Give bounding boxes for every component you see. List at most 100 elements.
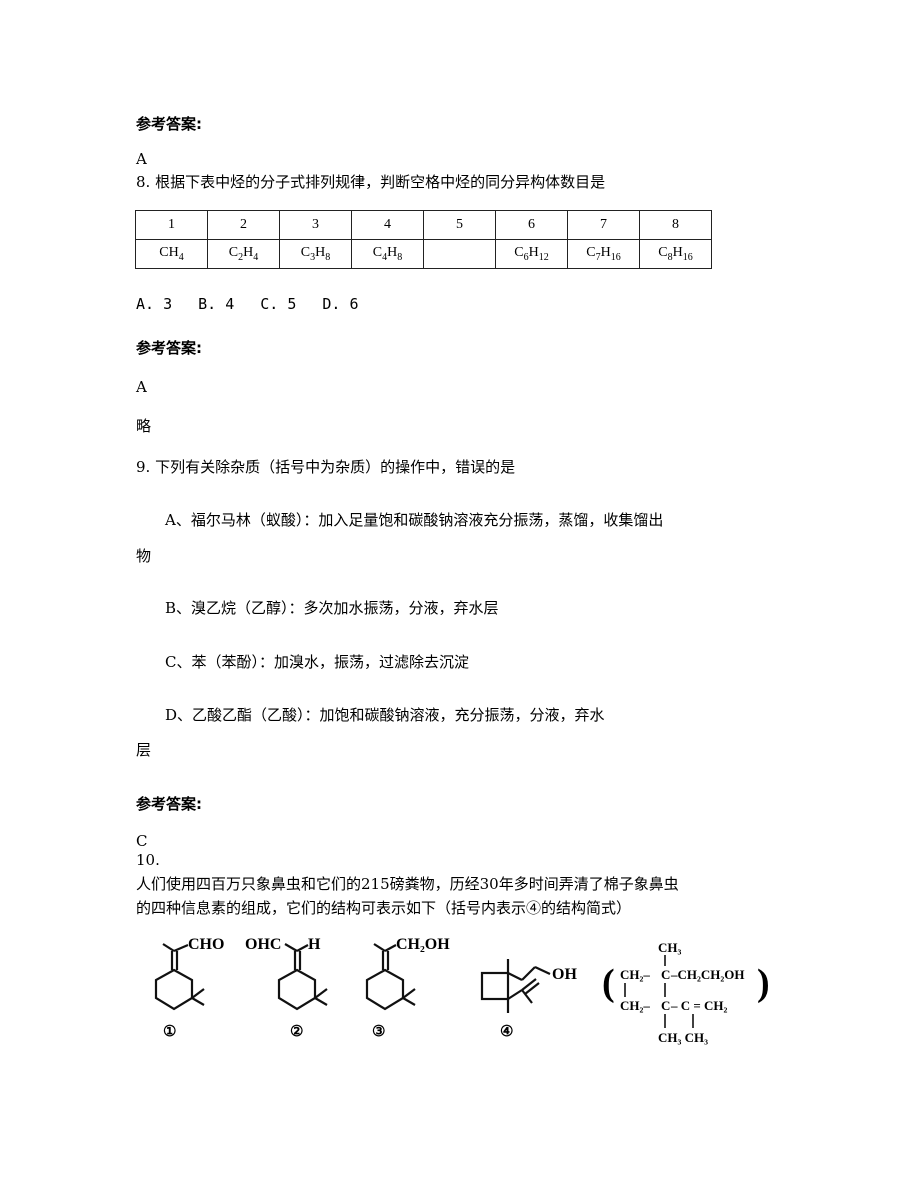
subscript: 16 xyxy=(682,251,693,263)
table-cell: 8 xyxy=(639,210,712,240)
paren-close: ) xyxy=(757,962,770,1004)
table-cell: 7 xyxy=(567,210,640,240)
question-9-option-a: A、福尔马林（蚁酸）：加入足量饱和碳酸钠溶液充分振荡，蒸馏，收集馏出 xyxy=(165,511,664,529)
structure-4-group: OH xyxy=(552,966,577,983)
hydrogen-bond xyxy=(296,944,309,952)
table-row: 1 2 3 4 5 6 7 8 xyxy=(135,210,712,240)
row1-carbon: C xyxy=(661,967,670,982)
paren-open: ( xyxy=(602,962,615,1004)
formula-cell: CH4 xyxy=(135,239,208,269)
methyl-bond xyxy=(314,997,328,1006)
subscript: 4 xyxy=(178,251,184,263)
chain-bond xyxy=(507,972,523,981)
structure-3 xyxy=(365,943,416,1011)
question-9-stem: 9. 下列有关除杂质（括号中为杂质）的操作中，错误的是 xyxy=(136,458,516,476)
formula-cell: C2H4 xyxy=(207,239,280,269)
table-cell: 5 xyxy=(423,210,496,240)
methyl-bond xyxy=(314,988,328,999)
aldehyde-bond xyxy=(173,943,189,953)
answer-heading: 参考答案: xyxy=(136,339,202,357)
element-symbol: H xyxy=(315,245,326,261)
question-9-option-b: B、溴乙烷（乙醇）：多次加水振荡，分液，弃水层 xyxy=(165,599,499,617)
table-row: CH4 C2H4 C3H8 C4H8 C6H12 C7H16 C8H16 xyxy=(135,239,712,269)
element-symbol: C xyxy=(159,245,169,261)
subscript: 8 xyxy=(325,251,331,263)
question-10-number: 10. xyxy=(136,851,160,869)
question-8-options: A. 3 B. 4 C. 5 D. 6 xyxy=(136,295,359,313)
pheromone-structures: CHO ① OHC H ② CH₂OH ③ OH ④ () CH₃ CH₂– … xyxy=(154,936,770,1045)
element-symbol: H xyxy=(528,245,539,261)
element-symbol: C xyxy=(658,245,668,261)
answer-heading: 参考答案: xyxy=(136,795,202,813)
cyclohexane-ring xyxy=(277,968,317,1011)
option-c: C. 5 xyxy=(260,295,297,313)
element-symbol: C xyxy=(372,245,383,261)
table-cell: 6 xyxy=(495,210,568,240)
hydroxymethyl-bond xyxy=(384,944,397,952)
top-methyl: CH₃ xyxy=(658,940,682,955)
option-a: A. 3 xyxy=(136,295,173,313)
formula-cell: C7H16 xyxy=(567,239,640,269)
chain-bond xyxy=(534,966,551,975)
structure-2-group-right: H xyxy=(308,936,321,953)
subscript: 4 xyxy=(253,251,259,263)
cyclohexane-ring xyxy=(365,968,405,1011)
answer-value: A xyxy=(136,150,147,168)
subscript: 16 xyxy=(610,251,621,263)
option-d: D. 6 xyxy=(322,295,359,313)
cyclohexane-ring xyxy=(154,968,194,1011)
table-cell: 2 xyxy=(207,210,280,240)
structure-3-label: ③ xyxy=(372,1024,385,1040)
formula-cell: C8H16 xyxy=(639,239,712,269)
answer-heading: 参考答案: xyxy=(136,115,202,133)
methyl-bond xyxy=(191,988,205,999)
subscript: 12 xyxy=(538,251,549,263)
structure-2-group-left: OHC xyxy=(245,936,281,953)
question-9-option-c: C、苯（苯酚）：加溴水，振荡，过滤除去沉淀 xyxy=(165,653,469,671)
question-8-stem: 8. 根据下表中烃的分子式排列规律，判断空格中烃的同分异构体数目是 xyxy=(136,173,606,191)
table-cell: 3 xyxy=(279,210,352,240)
methyl-bond xyxy=(191,997,205,1006)
formula-cell: C6H12 xyxy=(495,239,568,269)
element-symbol: C xyxy=(300,245,311,261)
answer-value: C xyxy=(136,832,148,850)
answer-value: A xyxy=(136,378,147,396)
condensed-bonds xyxy=(624,955,694,1028)
aldehyde-bond xyxy=(284,943,298,952)
methyl-bond xyxy=(373,943,386,952)
methyl-bond xyxy=(402,997,416,1006)
formula-cell-empty xyxy=(423,239,496,269)
cyclobutane-ring xyxy=(480,971,510,1001)
formula-cell: C3H8 xyxy=(279,239,352,269)
hydrocarbon-table: 1 2 3 4 5 6 7 8 CH4 C2H4 C3H8 C4H8 C6H12… xyxy=(135,210,712,269)
chain-bond xyxy=(521,966,536,981)
subscript: 8 xyxy=(397,251,403,263)
structure-1 xyxy=(154,943,205,1011)
question-9-option-a-cont: 物 xyxy=(136,547,152,565)
answer-note: 略 xyxy=(136,417,152,435)
question-10-line-2: 的四种信息素的组成，它们的结构可表示如下（括号内表示④的结构简式） xyxy=(136,899,632,917)
element-symbol: H xyxy=(168,245,179,261)
option-b: B. 4 xyxy=(198,295,235,313)
formula-cell: C4H8 xyxy=(351,239,424,269)
methyl-bond xyxy=(162,943,175,952)
element-symbol: H xyxy=(387,245,398,261)
structure-3-group: CH₂OH xyxy=(396,936,450,953)
structure-1-group: CHO xyxy=(188,936,224,953)
structure-2 xyxy=(277,943,328,1011)
structure-2-label: ② xyxy=(290,1024,303,1040)
element-symbol: C xyxy=(228,245,239,261)
table-cell: 4 xyxy=(351,210,424,240)
element-symbol: C xyxy=(514,245,524,261)
isopropenyl-bond xyxy=(507,989,523,1000)
element-symbol: H xyxy=(600,245,611,261)
bottom-methyls: CH₃ CH₃ xyxy=(658,1030,708,1045)
question-10-line-1: 人们使用四百万只象鼻虫和它们的215磅粪物，历经30年多时间弄清了棉子象鼻虫 xyxy=(136,875,679,893)
question-9-option-d: D、乙酸乙酯（乙酸）：加饱和碳酸钠溶液，充分振荡，分液，弃水 xyxy=(165,706,605,724)
structure-1-label: ① xyxy=(163,1024,176,1040)
element-symbol: H xyxy=(243,245,254,261)
question-9-option-d-cont: 层 xyxy=(136,741,152,759)
row2-carbon: C xyxy=(661,998,670,1013)
methyl-bond xyxy=(402,988,416,999)
structure-4-label: ④ xyxy=(500,1024,513,1040)
